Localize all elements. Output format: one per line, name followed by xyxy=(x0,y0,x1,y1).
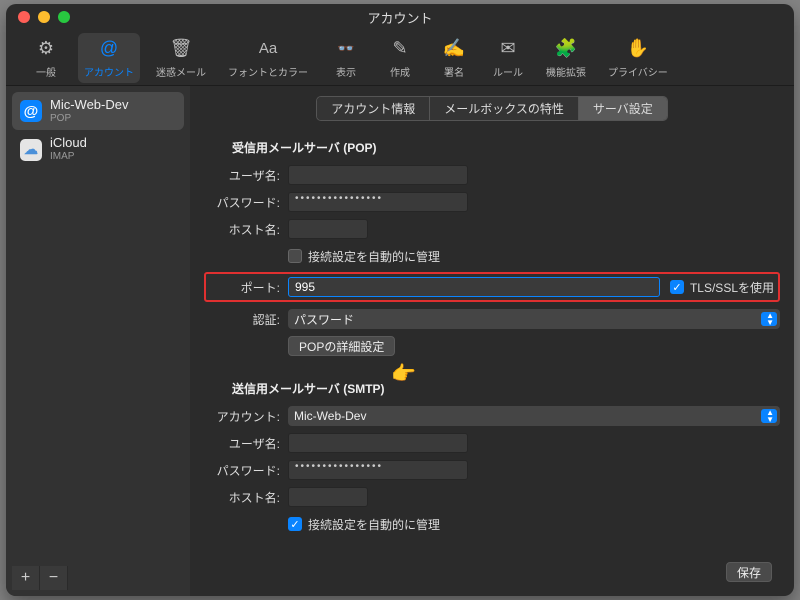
outgoing-user-label: ユーザ名: xyxy=(204,435,288,452)
checkbox-on-icon: ✓ xyxy=(288,517,302,531)
rules-icon: ✉ xyxy=(496,37,520,61)
incoming-auth-select[interactable]: パスワード ▲▼ xyxy=(288,309,780,329)
incoming-password-field[interactable]: •••••••••••••••• xyxy=(288,192,468,212)
outgoing-account-select[interactable]: Mic-Web-Dev ▲▼ xyxy=(288,406,780,426)
toolbar-junk[interactable]: 🗑 迷惑メール xyxy=(150,33,212,83)
port-highlight: ポート: 995 ✓ TLS/SSLを使用 xyxy=(204,272,780,302)
compose-icon: ✎ xyxy=(388,37,412,61)
incoming-password-label: パスワード: xyxy=(204,194,288,211)
incoming-host-label: ホスト名: xyxy=(204,221,288,238)
font-icon: Aa xyxy=(256,37,280,61)
incoming-port-field[interactable]: 995 xyxy=(288,277,660,297)
toolbar-extensions[interactable]: 🧩 機能拡張 xyxy=(540,33,592,83)
pop-advanced-button[interactable]: POPの詳細設定 xyxy=(288,336,395,356)
incoming-user-label: ユーザ名: xyxy=(204,167,288,184)
sidebar-footer: + − xyxy=(12,566,184,590)
remove-account-button[interactable]: − xyxy=(40,566,68,590)
add-account-button[interactable]: + xyxy=(12,566,40,590)
titlebar: アカウント xyxy=(6,4,794,30)
incoming-auth-label: 認証: xyxy=(204,311,288,328)
preferences-window: アカウント ⚙ 一般 @ アカウント 🗑 迷惑メール Aa フォントとカラー 👓… xyxy=(6,4,794,596)
tab-server-settings[interactable]: サーバ設定 xyxy=(579,97,667,120)
glasses-icon: 👓 xyxy=(334,37,358,61)
outgoing-password-label: パスワード: xyxy=(204,462,288,479)
hand-icon: ✋ xyxy=(626,37,650,61)
outgoing-section-title: 送信用メールサーバ (SMTP) xyxy=(232,380,780,397)
incoming-port-label: ポート: xyxy=(210,279,288,296)
outgoing-password-field[interactable]: •••••••••••••••• xyxy=(288,460,468,480)
outgoing-host-field[interactable] xyxy=(288,487,368,507)
at-icon: @ xyxy=(20,100,42,122)
tls-ssl-checkbox[interactable]: ✓ TLS/SSLを使用 xyxy=(670,279,774,296)
toolbar-accounts[interactable]: @ アカウント xyxy=(78,33,140,83)
outgoing-host-label: ホスト名: xyxy=(204,489,288,506)
toolbar-composing[interactable]: ✎ 作成 xyxy=(378,33,422,83)
save-button[interactable]: 保存 xyxy=(726,562,772,582)
account-item-pop[interactable]: @ Mic-Web-Dev POP xyxy=(12,92,184,130)
toolbar-signatures[interactable]: ✍ 署名 xyxy=(432,33,476,83)
incoming-auto-manage-checkbox[interactable]: 接続設定を自動的に管理 xyxy=(288,248,440,265)
cloud-icon: ☁ xyxy=(20,139,42,161)
puzzle-icon: 🧩 xyxy=(554,37,578,61)
incoming-user-field[interactable] xyxy=(288,165,468,185)
pointer-icon: 👈 xyxy=(392,361,417,386)
at-icon: @ xyxy=(97,37,121,61)
trash-icon: 🗑 xyxy=(169,37,193,61)
checkbox-off-icon xyxy=(288,249,302,263)
accounts-sidebar: @ Mic-Web-Dev POP ☁ iCloud IMAP + − xyxy=(6,86,190,596)
chevron-updown-icon: ▲▼ xyxy=(766,312,774,326)
toolbar-fonts[interactable]: Aa フォントとカラー xyxy=(222,33,314,83)
toolbar-general[interactable]: ⚙ 一般 xyxy=(24,33,68,83)
preferences-toolbar: ⚙ 一般 @ アカウント 🗑 迷惑メール Aa フォントとカラー 👓 表示 ✎ … xyxy=(6,30,794,86)
signature-icon: ✍ xyxy=(442,37,466,61)
toolbar-viewing[interactable]: 👓 表示 xyxy=(324,33,368,83)
toolbar-rules[interactable]: ✉ ルール xyxy=(486,33,530,83)
tab-mailbox-behaviors[interactable]: メールボックスの特性 xyxy=(430,97,579,120)
checkbox-on-icon: ✓ xyxy=(670,280,684,294)
outgoing-user-field[interactable] xyxy=(288,433,468,453)
account-item-icloud[interactable]: ☁ iCloud IMAP xyxy=(12,130,184,168)
chevron-updown-icon: ▲▼ xyxy=(766,409,774,423)
content-pane: アカウント情報 メールボックスの特性 サーバ設定 受信用メールサーバ (POP)… xyxy=(190,86,794,596)
gear-icon: ⚙ xyxy=(34,37,58,61)
tab-account-info[interactable]: アカウント情報 xyxy=(317,97,430,120)
toolbar-privacy[interactable]: ✋ プライバシー xyxy=(602,33,674,83)
outgoing-auto-manage-checkbox[interactable]: ✓ 接続設定を自動的に管理 xyxy=(288,516,440,533)
incoming-section-title: 受信用メールサーバ (POP) xyxy=(232,139,780,156)
window-title: アカウント xyxy=(6,8,794,27)
incoming-host-field[interactable] xyxy=(288,219,368,239)
outgoing-account-label: アカウント: xyxy=(204,408,288,425)
account-tabs: アカウント情報 メールボックスの特性 サーバ設定 xyxy=(204,96,780,121)
